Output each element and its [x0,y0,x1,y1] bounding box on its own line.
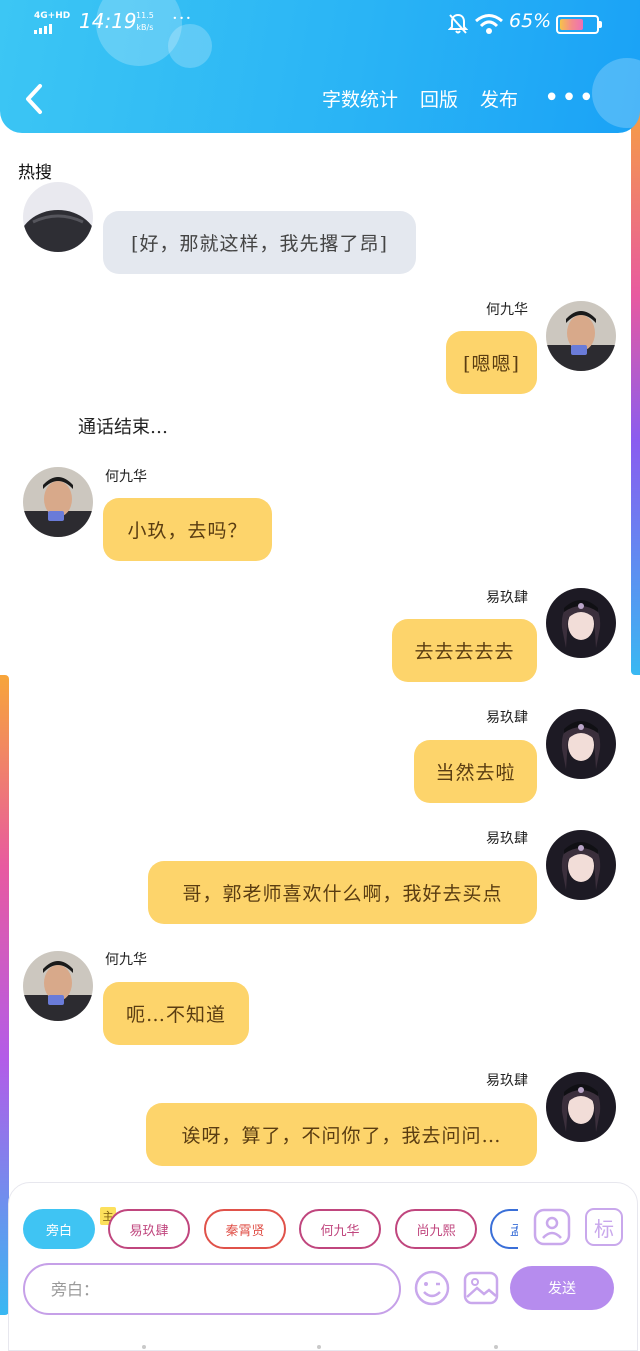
speed-unit: kB/s [136,23,154,32]
word-count-button[interactable]: 字数统计 [322,85,398,112]
avatar-yijiusi[interactable] [546,709,616,779]
message-input[interactable] [23,1263,401,1315]
network-speed: 11.5 kB/s [136,10,154,34]
sender-name: 易玖肆 [486,590,528,606]
wifi-icon [474,13,504,39]
clock: 14:19 [79,9,137,33]
speed-value: 11.5 [136,11,154,20]
page-indicator-dot [142,1345,146,1349]
message-bubble: 当然去啦 [414,740,537,803]
role-chip[interactable]: 孟 [490,1209,518,1249]
network-type: 4G+HD [34,11,71,21]
avatar-hejiuhua[interactable] [23,467,93,537]
message-bubble: 哥，郭老师喜欢什么啊，我好去买点 [148,861,537,924]
publish-button[interactable]: 发布 [480,85,518,112]
role-chip-aside[interactable]: 旁白 [23,1209,95,1249]
message-bubble: 呃…不知道 [103,982,249,1045]
role-chip[interactable]: 易玖肆 [108,1209,190,1249]
emoji-icon[interactable] [413,1269,451,1311]
battery-percent: 65% [509,10,552,32]
app-header: 4G+HD 14:19 11.5 kB/s ··· 65% 字数统计 回版 发布… [0,0,640,133]
message-bubble: [嗯嗯] [446,331,537,394]
role-chip[interactable]: 何九华 [299,1209,381,1249]
avatar-yijiusi[interactable] [546,830,616,900]
avatar-hejiuhua[interactable] [546,301,616,371]
message-bubble: 去去去去去 [392,619,537,682]
avatar-hejiuhua[interactable] [23,951,93,1021]
back-version-button[interactable]: 回版 [420,85,458,112]
page-indicator-dot [317,1345,321,1349]
sender-name: 易玖肆 [486,710,528,726]
role-chip[interactable]: 秦霄贤 [204,1209,286,1249]
message-bubble: 小玖，去吗？ [103,498,272,561]
sender-name: 何九华 [105,952,147,968]
add-character-icon[interactable] [533,1208,571,1250]
sender-name: 何九华 [105,469,147,485]
more-notifications-icon: ··· [172,8,193,29]
message-bubble: [好，那就这样，我先撂了昂] [103,211,416,274]
status-bar: 4G+HD 14:19 11.5 kB/s ··· 65% [0,0,640,50]
header-actions: 字数统计 回版 发布 ••• [300,82,640,114]
avatar-yijiusi[interactable] [546,588,616,658]
page-indicator-dot [494,1345,498,1349]
sender-name: 易玖肆 [486,1073,528,1089]
send-button[interactable]: 发送 [510,1266,614,1310]
image-icon[interactable] [462,1269,500,1311]
sender-name: 何九华 [486,302,528,318]
right-decor-bar [631,90,640,675]
hot-search-label: 热搜 [18,163,52,183]
system-message: 通话结束… [78,417,168,438]
signal-icon [34,24,52,34]
avatar-yijiusi[interactable] [546,1072,616,1142]
sender-name: 易玖肆 [486,831,528,847]
back-button[interactable] [22,82,48,116]
role-chip-clip: 孟 [490,1209,518,1249]
more-icon[interactable]: ••• [544,85,596,111]
battery-icon [556,15,602,34]
tag-button[interactable]: 标 [585,1208,623,1246]
avatar-cropped[interactable] [23,182,93,252]
mute-bell-icon [447,13,469,39]
role-chip[interactable]: 尚九熙 [395,1209,477,1249]
message-bubble: 诶呀，算了，不问你了，我去问问… [146,1103,537,1166]
